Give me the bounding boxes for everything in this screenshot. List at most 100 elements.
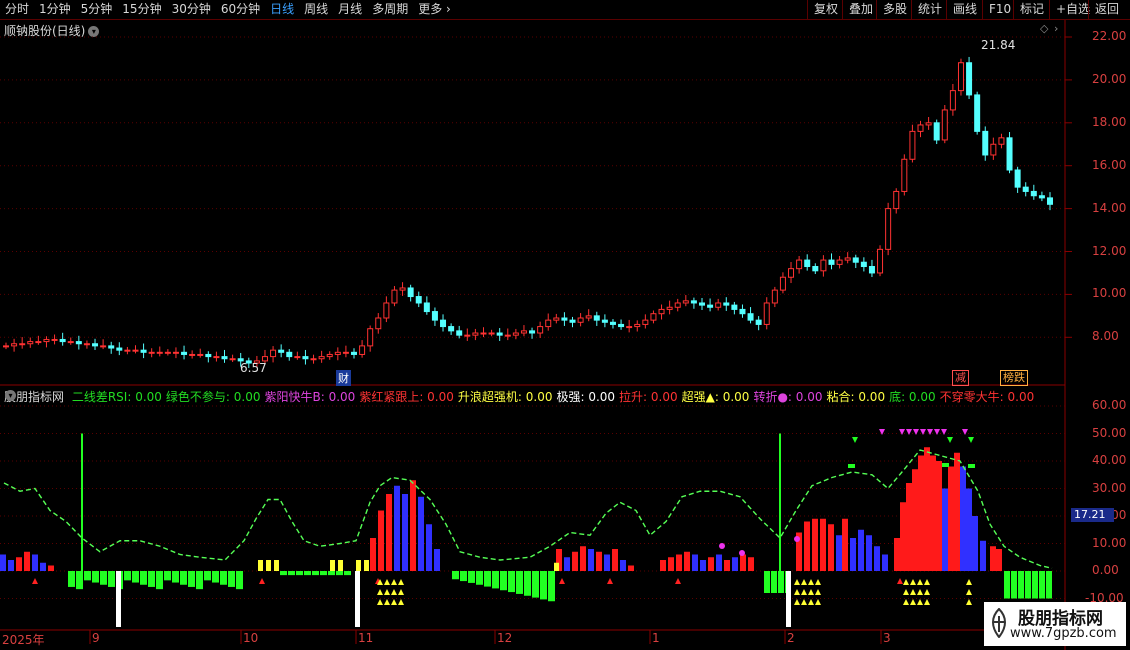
indicator-bar xyxy=(148,571,155,587)
indicator-item-9: 粘合: 0.00 xyxy=(826,390,886,404)
candle-body xyxy=(1014,169,1021,188)
candle-body xyxy=(1006,137,1013,171)
date-axis-label: 2025年 xyxy=(2,633,45,647)
signal-triangle xyxy=(32,578,38,584)
candle-body xyxy=(140,349,147,353)
indicator-item-10: 底: 0.00 xyxy=(889,390,936,404)
signal-triangle xyxy=(924,589,930,595)
indicator-bar xyxy=(180,571,187,585)
indicator-bar xyxy=(356,560,361,571)
signal-triangle xyxy=(377,599,383,605)
indicator-bar xyxy=(140,571,147,585)
indicator-bar xyxy=(410,480,416,571)
signal-triangle xyxy=(801,599,807,605)
candle-body xyxy=(172,351,179,354)
candle-body xyxy=(933,122,940,141)
indicator-bar xyxy=(418,496,424,571)
indicator-bar xyxy=(842,518,848,571)
candle-body xyxy=(917,124,924,132)
candle-body xyxy=(164,351,171,354)
indicator-item-3: 紫红紧跟上: 0.00 xyxy=(359,390,454,404)
candle-body xyxy=(391,289,398,304)
candle-body xyxy=(124,349,131,352)
indicator-bar xyxy=(676,554,682,571)
indicator-bar xyxy=(1018,571,1024,599)
watermark-logo-icon xyxy=(992,608,1006,638)
candle-body xyxy=(739,308,746,315)
indicator-item-4: 升浪超强机: 0.00 xyxy=(457,390,553,404)
candle-body xyxy=(59,338,66,343)
date-axis-label: 12 xyxy=(497,631,513,645)
candle-body xyxy=(885,208,892,250)
candle-body xyxy=(788,268,795,278)
event-tag-2[interactable]: 榜跌 xyxy=(1000,370,1028,386)
candle-body xyxy=(585,315,592,319)
candle-body xyxy=(650,313,657,321)
event-tag-1[interactable]: 减 xyxy=(952,370,969,386)
price-axis-label: 14.00 xyxy=(1092,200,1127,215)
indicator-bar xyxy=(328,571,335,576)
candle-body xyxy=(593,315,600,321)
candle-body xyxy=(779,276,786,291)
candle-body xyxy=(3,345,9,348)
candle-body xyxy=(982,130,989,156)
indicator-bar xyxy=(580,546,586,571)
signal-triangle xyxy=(913,429,919,435)
finance-marker[interactable]: 财 xyxy=(336,370,351,386)
indicator-bar xyxy=(918,455,924,571)
indicator-item-7: 超强▲: 0.00 xyxy=(681,390,750,404)
indicator-bar xyxy=(84,571,91,581)
candle-body xyxy=(480,332,487,335)
indicator-bar xyxy=(972,516,978,571)
indicator-bar xyxy=(288,571,295,576)
signal-triangle xyxy=(903,599,909,605)
candle-body xyxy=(747,313,754,321)
candle-body xyxy=(957,62,964,92)
indicator-white-bar xyxy=(116,571,121,627)
indicator-menu-icon[interactable]: ▾ xyxy=(5,390,16,401)
turn-dot xyxy=(739,550,745,556)
indicator-bar xyxy=(320,571,327,576)
candle-body xyxy=(19,343,26,346)
candle-body xyxy=(618,323,625,328)
price-axis-label: 16.00 xyxy=(1092,157,1127,172)
signal-triangle xyxy=(398,589,404,595)
signal-triangle xyxy=(794,599,800,605)
indicator-bar xyxy=(212,571,219,583)
indicator-bar xyxy=(100,571,107,585)
indicator-bar xyxy=(1025,571,1031,599)
indicator-bar xyxy=(778,571,784,593)
indicator-bar xyxy=(508,571,515,593)
signal-triangle xyxy=(852,437,858,443)
indicator-bar xyxy=(1004,571,1010,599)
indicator-bar xyxy=(32,554,38,571)
chart-canvas[interactable] xyxy=(0,0,1130,650)
indicator-bar xyxy=(266,560,271,571)
candle-body xyxy=(682,300,689,304)
candle-body xyxy=(351,351,357,355)
signal-triangle xyxy=(808,599,814,605)
candle-body xyxy=(359,345,366,355)
candle-body xyxy=(11,343,18,347)
indicator-bar xyxy=(236,571,243,590)
indicator-bar xyxy=(378,510,384,571)
signal-triangle xyxy=(966,599,972,605)
candle-body xyxy=(488,332,495,335)
indicator-bar xyxy=(700,560,706,571)
candle-body xyxy=(464,334,471,337)
signal-triangle xyxy=(559,578,565,584)
candle-body xyxy=(472,332,479,336)
indicator-bar xyxy=(764,571,770,593)
indicator-bar xyxy=(274,560,279,571)
candle-body xyxy=(229,358,236,361)
indicator-bar xyxy=(476,571,483,585)
candle-body xyxy=(877,248,884,274)
candle-body xyxy=(318,356,325,360)
candle-body xyxy=(1038,195,1045,199)
signal-triangle xyxy=(879,429,885,435)
candle-body xyxy=(205,353,212,358)
candle-body xyxy=(334,351,341,355)
signal-triangle xyxy=(903,579,909,585)
candle-body xyxy=(375,317,382,330)
indicator-bar xyxy=(960,466,966,571)
